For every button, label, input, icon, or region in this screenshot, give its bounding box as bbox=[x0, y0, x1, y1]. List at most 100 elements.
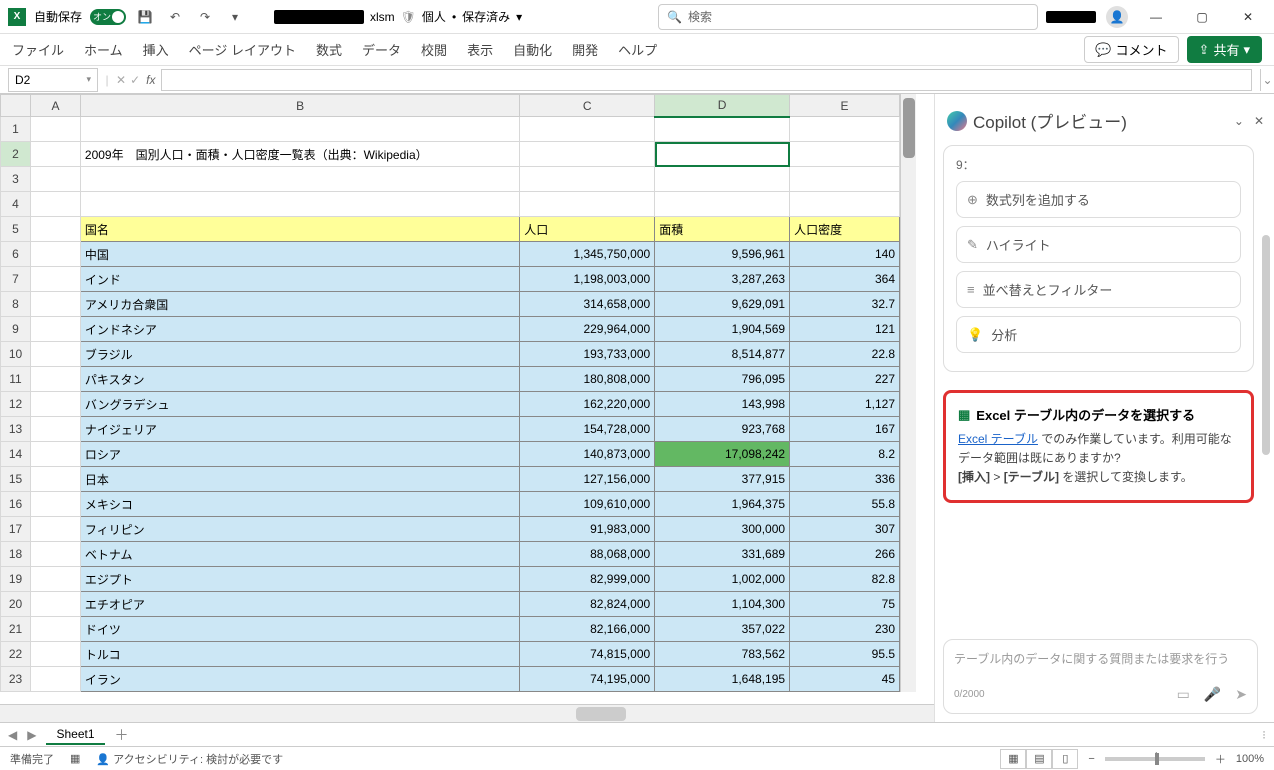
cell-D6[interactable]: 9,596,961 bbox=[655, 242, 790, 267]
vertical-scrollbar[interactable] bbox=[900, 94, 916, 692]
cell-E13[interactable]: 167 bbox=[790, 417, 900, 442]
row-header-8[interactable]: 8 bbox=[1, 292, 31, 317]
cell-B13[interactable]: ナイジェリア bbox=[80, 417, 519, 442]
row-header-6[interactable]: 6 bbox=[1, 242, 31, 267]
cell-E16[interactable]: 55.8 bbox=[790, 492, 900, 517]
cell-C7[interactable]: 1,198,003,000 bbox=[520, 267, 655, 292]
cell-C14[interactable]: 140,873,000 bbox=[520, 442, 655, 467]
cell-E9[interactable]: 121 bbox=[790, 317, 900, 342]
accessibility-status[interactable]: 👤 アクセシビリティ: 検討が必要です bbox=[96, 751, 283, 767]
cell-B21[interactable]: ドイツ bbox=[80, 617, 519, 642]
row-header-20[interactable]: 20 bbox=[1, 592, 31, 617]
row-header-1[interactable]: 1 bbox=[1, 117, 31, 142]
cell-D21[interactable]: 357,022 bbox=[655, 617, 790, 642]
cell-C1[interactable] bbox=[520, 117, 655, 142]
cell-C23[interactable]: 74,195,000 bbox=[520, 667, 655, 692]
cell-E23[interactable]: 45 bbox=[790, 667, 900, 692]
cell-D11[interactable]: 796,095 bbox=[655, 367, 790, 392]
redo-icon[interactable]: ↷ bbox=[194, 6, 216, 28]
cell-C10[interactable]: 193,733,000 bbox=[520, 342, 655, 367]
suggestion-analyze[interactable]: 💡分析 bbox=[956, 316, 1241, 353]
avatar[interactable]: 👤 bbox=[1106, 6, 1128, 28]
fx-icon[interactable]: fx bbox=[146, 73, 155, 87]
tab-help[interactable]: ヘルプ bbox=[618, 40, 657, 59]
cell-A3[interactable] bbox=[30, 167, 80, 192]
cell-A19[interactable] bbox=[30, 567, 80, 592]
accept-formula-icon[interactable]: ✓ bbox=[130, 73, 140, 87]
cell-C18[interactable]: 88,068,000 bbox=[520, 542, 655, 567]
cell-D14[interactable]: 17,098,242 bbox=[655, 442, 790, 467]
row-header-13[interactable]: 13 bbox=[1, 417, 31, 442]
cell-E8[interactable]: 32.7 bbox=[790, 292, 900, 317]
cell-B23[interactable]: イラン bbox=[80, 667, 519, 692]
qat-customize-icon[interactable]: ▾ bbox=[224, 6, 246, 28]
tab-formulas[interactable]: 数式 bbox=[316, 40, 342, 59]
cell-C2[interactable] bbox=[520, 142, 655, 167]
cell-E17[interactable]: 307 bbox=[790, 517, 900, 542]
cell-E3[interactable] bbox=[790, 167, 900, 192]
cell-E19[interactable]: 82.8 bbox=[790, 567, 900, 592]
cell-C20[interactable]: 82,824,000 bbox=[520, 592, 655, 617]
cell-D17[interactable]: 300,000 bbox=[655, 517, 790, 542]
cell-D19[interactable]: 1,002,000 bbox=[655, 567, 790, 592]
cell-B3[interactable] bbox=[80, 167, 519, 192]
maximize-button[interactable]: ▢ bbox=[1184, 2, 1220, 32]
row-header-11[interactable]: 11 bbox=[1, 367, 31, 392]
cell-B4[interactable] bbox=[80, 192, 519, 217]
view-normal-button[interactable]: ▦ bbox=[1000, 749, 1026, 769]
cell-B5[interactable]: 国名 bbox=[80, 217, 519, 242]
cell-B18[interactable]: ベトナム bbox=[80, 542, 519, 567]
cell-B12[interactable]: バングラデシュ bbox=[80, 392, 519, 417]
cell-A12[interactable] bbox=[30, 392, 80, 417]
tab-insert[interactable]: 挿入 bbox=[143, 40, 169, 59]
cell-A1[interactable] bbox=[30, 117, 80, 142]
cell-D3[interactable] bbox=[655, 167, 790, 192]
row-header-4[interactable]: 4 bbox=[1, 192, 31, 217]
cell-A21[interactable] bbox=[30, 617, 80, 642]
row-header-9[interactable]: 9 bbox=[1, 317, 31, 342]
cell-E6[interactable]: 140 bbox=[790, 242, 900, 267]
cell-C12[interactable]: 162,220,000 bbox=[520, 392, 655, 417]
cell-C6[interactable]: 1,345,750,000 bbox=[520, 242, 655, 267]
close-button[interactable]: ✕ bbox=[1230, 2, 1266, 32]
excel-table-link[interactable]: Excel テーブル bbox=[958, 432, 1038, 446]
cell-A5[interactable] bbox=[30, 217, 80, 242]
tab-view[interactable]: 表示 bbox=[467, 40, 493, 59]
cell-D10[interactable]: 8,514,877 bbox=[655, 342, 790, 367]
cell-A14[interactable] bbox=[30, 442, 80, 467]
select-all-corner[interactable] bbox=[1, 95, 31, 117]
cell-B22[interactable]: トルコ bbox=[80, 642, 519, 667]
zoom-out-button[interactable]: − bbox=[1088, 753, 1094, 765]
suggestion-sort-filter[interactable]: ≡並べ替えとフィルター bbox=[956, 271, 1241, 308]
cell-B16[interactable]: メキシコ bbox=[80, 492, 519, 517]
cell-B6[interactable]: 中国 bbox=[80, 242, 519, 267]
cell-E21[interactable]: 230 bbox=[790, 617, 900, 642]
cell-E5[interactable]: 人口密度 bbox=[790, 217, 900, 242]
share-button[interactable]: ⇪共有▾ bbox=[1187, 36, 1262, 63]
cell-A15[interactable] bbox=[30, 467, 80, 492]
chevron-down-icon[interactable]: ⌄ bbox=[1234, 114, 1244, 128]
col-header-D[interactable]: D bbox=[655, 95, 790, 117]
view-page-break-button[interactable]: ▯ bbox=[1052, 749, 1078, 769]
cell-C19[interactable]: 82,999,000 bbox=[520, 567, 655, 592]
cell-D18[interactable]: 331,689 bbox=[655, 542, 790, 567]
tab-data[interactable]: データ bbox=[362, 40, 401, 59]
cell-D15[interactable]: 377,915 bbox=[655, 467, 790, 492]
sheet-tab-separator-icon[interactable]: ⁝ bbox=[1262, 728, 1266, 742]
tab-automate[interactable]: 自動化 bbox=[513, 40, 552, 59]
sheet-nav-next-icon[interactable]: ▶ bbox=[27, 728, 36, 742]
cell-A16[interactable] bbox=[30, 492, 80, 517]
row-header-18[interactable]: 18 bbox=[1, 542, 31, 567]
cell-C5[interactable]: 人口 bbox=[520, 217, 655, 242]
row-header-16[interactable]: 16 bbox=[1, 492, 31, 517]
cell-E22[interactable]: 95.5 bbox=[790, 642, 900, 667]
cell-D5[interactable]: 面積 bbox=[655, 217, 790, 242]
cell-E14[interactable]: 8.2 bbox=[790, 442, 900, 467]
cell-D22[interactable]: 783,562 bbox=[655, 642, 790, 667]
cancel-formula-icon[interactable]: ✕ bbox=[116, 73, 126, 87]
tab-file[interactable]: ファイル bbox=[12, 40, 64, 59]
tab-developer[interactable]: 開発 bbox=[572, 40, 598, 59]
cell-B1[interactable] bbox=[80, 117, 519, 142]
cell-A20[interactable] bbox=[30, 592, 80, 617]
autosave-toggle[interactable]: オン bbox=[90, 9, 126, 25]
